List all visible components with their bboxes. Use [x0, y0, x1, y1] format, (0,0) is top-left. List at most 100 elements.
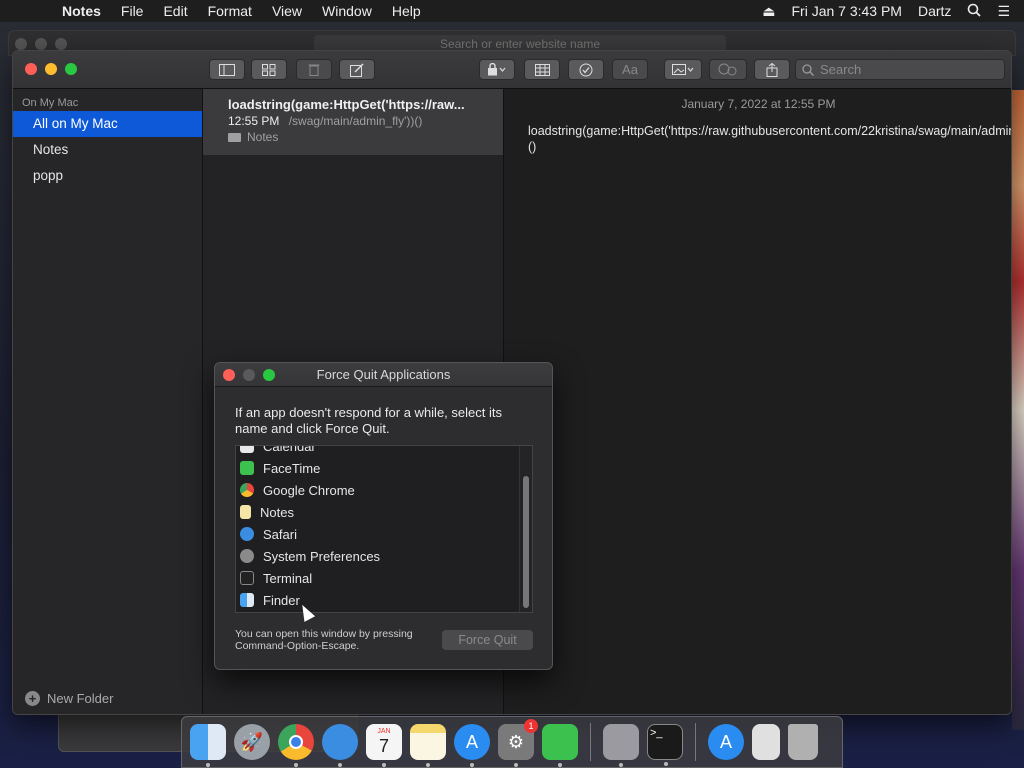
app-list-scrollbar-thumb[interactable]	[523, 476, 529, 608]
sidebar-item-all-on-my-mac[interactable]: All on My Mac	[13, 111, 202, 137]
grid-icon	[262, 63, 276, 76]
disk-utility-icon[interactable]	[603, 724, 639, 767]
calendar-icon[interactable]: JAN 7	[366, 724, 402, 767]
menu-window[interactable]: Window	[312, 3, 382, 19]
dialog-close-button[interactable]	[223, 369, 235, 381]
finder-icon	[240, 593, 254, 607]
chrome-icon[interactable]	[278, 724, 314, 767]
folder-icon	[228, 132, 241, 142]
lock-note-button[interactable]	[479, 59, 515, 80]
checklist-button[interactable]	[568, 59, 604, 80]
sidebar-item-popp[interactable]: popp	[13, 163, 202, 189]
app-row-terminal[interactable]: Terminal	[236, 567, 532, 589]
note-meta: 12:55 PM /swag/main/admin_fly'))()	[228, 114, 503, 128]
dialog-minimize-button	[243, 369, 255, 381]
table-button[interactable]	[524, 59, 560, 80]
system-preferences-icon	[240, 549, 254, 563]
app-name: Terminal	[263, 570, 313, 586]
system-preferences-icon[interactable]: ⚙ 1	[498, 719, 538, 767]
gallery-view-button[interactable]	[251, 59, 287, 80]
search-placeholder: Search	[820, 62, 862, 77]
notes-icon	[240, 505, 251, 519]
format-text-icon: Aa	[622, 62, 638, 77]
control-center-icon[interactable]: ☰	[997, 3, 1010, 20]
compose-icon	[350, 62, 364, 77]
app-list: Calendar FaceTime Google Chrome Notes Sa…	[235, 445, 533, 613]
new-folder-button[interactable]: + New Folder	[25, 691, 113, 706]
minimize-window-button[interactable]	[45, 63, 57, 75]
terminal-icon	[240, 571, 254, 585]
plus-icon: +	[25, 691, 40, 706]
note-date: January 7, 2022 at 12:55 PM	[681, 97, 836, 111]
note-title: loadstring(game:HttpGet('https://raw...	[228, 97, 465, 112]
notes-icon[interactable]	[410, 724, 446, 767]
app-row-calendar[interactable]: Calendar	[236, 445, 532, 457]
delete-note-button[interactable]	[296, 59, 332, 80]
menu-format[interactable]: Format	[198, 3, 262, 19]
user-name[interactable]: Dartz	[918, 3, 951, 19]
notes-search-field[interactable]: Search	[795, 59, 1005, 80]
app-name: Calendar	[263, 445, 316, 454]
sidebar-section-title: On My Mac	[22, 97, 79, 109]
force-quit-button[interactable]: Force Quit	[442, 630, 533, 650]
force-quit-dialog: Force Quit Applications If an app doesn'…	[214, 362, 553, 670]
notes-toolbar: Aa Search	[13, 51, 1011, 89]
app-name: FaceTime	[263, 460, 321, 476]
notification-badge: 1	[524, 719, 538, 733]
dock: 🚀 JAN 7 A ⚙ 1 >_ A	[181, 716, 843, 768]
calendar-month: JAN	[377, 728, 391, 735]
finder-icon[interactable]	[190, 724, 226, 767]
app-list-scrollbar-track[interactable]	[519, 446, 532, 612]
sidebar-icon	[219, 63, 235, 76]
app-name: Notes	[260, 504, 294, 520]
dock-separator	[695, 723, 696, 761]
menu-app-name[interactable]: Notes	[52, 3, 111, 19]
note-folder: Notes	[228, 130, 503, 144]
new-note-button[interactable]	[339, 59, 375, 80]
share-button[interactable]	[754, 59, 790, 80]
app-row-system-preferences[interactable]: System Preferences	[236, 545, 532, 567]
clock[interactable]: Fri Jan 7 3:43 PM	[791, 3, 902, 19]
app-row-finder[interactable]: Finder	[236, 589, 532, 611]
close-window-button[interactable]	[25, 63, 37, 75]
toggle-sidebar-button[interactable]	[209, 59, 245, 80]
app-row-google-chrome[interactable]: Google Chrome	[236, 479, 532, 501]
calendar-icon	[240, 446, 254, 453]
menu-edit[interactable]: Edit	[153, 3, 197, 19]
zoom-window-button[interactable]	[65, 63, 77, 75]
sidebar-item-notes[interactable]: Notes	[13, 137, 202, 163]
note-editor[interactable]: January 7, 2022 at 12:55 PM loadstring(g…	[504, 89, 1011, 714]
app-name: System Preferences	[263, 548, 381, 564]
launchpad-icon[interactable]: 🚀	[234, 724, 270, 760]
facetime-icon	[240, 461, 254, 475]
app-store-icon[interactable]: A	[454, 724, 490, 767]
window-controls	[25, 63, 77, 75]
format-button[interactable]: Aa	[612, 59, 648, 80]
facetime-icon[interactable]	[542, 724, 578, 767]
terminal-icon[interactable]: >_	[647, 724, 683, 766]
note-time: 12:55 PM	[228, 114, 280, 128]
menu-help[interactable]: Help	[382, 3, 431, 19]
eject-icon[interactable]: ⏏	[762, 3, 775, 20]
app-row-facetime[interactable]: FaceTime	[236, 457, 532, 479]
folders-sidebar: On My Mac All on My Mac Notes popp + New…	[13, 89, 203, 714]
media-button[interactable]	[664, 59, 702, 80]
app-row-notes[interactable]: Notes	[236, 501, 532, 523]
document-icon[interactable]	[752, 724, 780, 760]
spotlight-search-icon[interactable]	[967, 3, 982, 20]
note-body[interactable]: loadstring(game:HttpGet('https://raw.git…	[504, 111, 1011, 155]
dialog-zoom-button[interactable]	[263, 369, 275, 381]
table-icon	[534, 63, 550, 76]
menu-view[interactable]: View	[262, 3, 312, 19]
safari-icon[interactable]	[322, 724, 358, 767]
app-row-safari[interactable]: Safari	[236, 523, 532, 545]
note-list-item[interactable]: loadstring(game:HttpGet('https://raw... …	[203, 89, 503, 155]
app-store-downloads-icon[interactable]: A	[708, 724, 744, 760]
trash-icon[interactable]	[788, 724, 818, 760]
add-people-button[interactable]	[709, 59, 747, 80]
menu-file[interactable]: File	[111, 3, 154, 19]
app-name: Finder	[263, 592, 300, 608]
trash-icon	[308, 64, 320, 76]
dialog-footer-hint: You can open this window by pressing Com…	[235, 628, 413, 652]
dialog-window-controls	[223, 369, 275, 381]
